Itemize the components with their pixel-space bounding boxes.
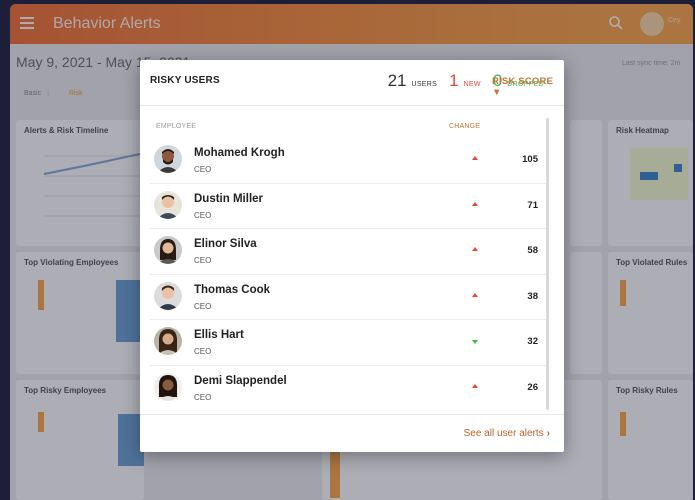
risk-score: 58 — [527, 245, 538, 256]
user-role: CEO — [194, 392, 212, 402]
see-all-user-alerts-link[interactable]: See all user alerts › — [464, 428, 550, 439]
user-role: CEO — [194, 256, 212, 265]
risk-score: 38 — [527, 290, 538, 302]
trend-up-icon — [472, 383, 478, 388]
risky-users-popup: RISKY USERS 21 USERS 1 NEW 0 DROPPED EMPLOY… — [140, 60, 564, 452]
users-count: 21 — [387, 71, 407, 90]
risk-score: 71 — [527, 199, 538, 211]
user-role: CEO — [194, 301, 212, 311]
user-row[interactable]: Elinor Silva CEO 58 — [150, 229, 546, 275]
see-all-label: See all user alerts — [463, 428, 544, 439]
user-name: Elinor Silva — [194, 238, 257, 250]
user-name: Demi Slappendel — [194, 374, 287, 387]
trend-up-icon — [472, 156, 478, 160]
user-row[interactable]: Ellis Hart CEO 32 — [150, 320, 546, 366]
user-row[interactable]: Thomas Cook CEO 38 — [150, 275, 546, 320]
avatar — [154, 145, 182, 173]
list-scrollbar[interactable] — [546, 118, 549, 410]
popup-title: RISKY USERS — [150, 75, 220, 86]
risk-score: 26 — [527, 381, 538, 393]
new-label: NEW — [463, 81, 481, 88]
popup-footer: See all user alerts › — [140, 414, 564, 452]
avatar — [154, 281, 182, 310]
avatar — [154, 372, 182, 401]
risk-score: 32 — [527, 336, 538, 347]
avatar — [154, 190, 182, 219]
column-employee: EMPLOYEE — [156, 123, 197, 130]
users-list: Mohamed Krogh CEO 105 Dustin Miller CEO … — [150, 138, 546, 411]
trend-up-icon — [472, 201, 478, 206]
new-count: 1 — [449, 71, 459, 90]
user-role: CEO — [194, 210, 212, 220]
users-label: USERS — [411, 81, 438, 88]
user-row[interactable]: Dustin Miller CEO 71 — [150, 184, 546, 229]
column-change[interactable]: CHANGE — [449, 123, 480, 130]
chevron-right-icon: › — [546, 428, 550, 439]
user-role: CEO — [194, 165, 212, 174]
user-name: Thomas Cook — [194, 283, 271, 296]
avatar — [154, 327, 182, 355]
trend-down-icon — [472, 340, 478, 344]
user-name: Dustin Miller — [194, 192, 264, 205]
user-name: Mohamed Krogh — [194, 147, 285, 159]
trend-up-icon — [472, 247, 478, 251]
column-risk-score[interactable]: RISK SCORE ▼ — [492, 76, 556, 98]
user-row[interactable]: Mohamed Krogh CEO 105 — [150, 138, 546, 184]
user-name: Ellis Hart — [194, 329, 244, 341]
user-row[interactable]: Demi Slappendel CEO 26 — [150, 366, 546, 412]
user-role: CEO — [194, 347, 212, 356]
avatar — [154, 236, 182, 264]
trend-up-icon — [472, 292, 478, 297]
risk-score: 105 — [522, 154, 538, 165]
